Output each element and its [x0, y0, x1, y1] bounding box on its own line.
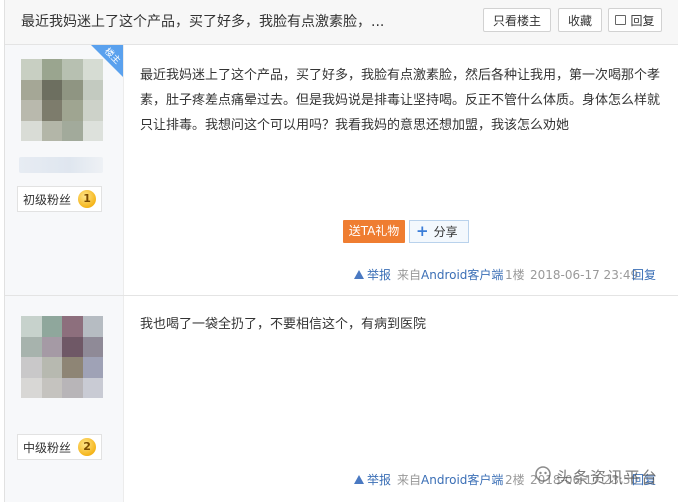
watermark: 头条资讯平台 [530, 464, 658, 488]
reply-thread-label: 回复 [630, 14, 655, 28]
reply-thread-button[interactable]: 回复 [608, 8, 662, 32]
source-link[interactable]: Android客户端 [421, 473, 503, 487]
warning-icon [354, 270, 364, 279]
report-link[interactable]: 举报 [354, 267, 391, 283]
reply-icon [615, 15, 627, 25]
send-gift-button[interactable]: 送TA礼物 [343, 220, 405, 243]
post-1: 初级粉丝 1 楼主 最近我妈迷上了这个产品，买了好多，我脸有点激素脸，然后各种让… [5, 45, 678, 296]
post-content: 我也喝了一袋全扔了，不要相信这个，有病到医院 [140, 317, 427, 332]
report-label: 举报 [367, 473, 392, 487]
plus-icon: + [416, 222, 429, 240]
post-source: 来自Android客户端 [397, 472, 503, 488]
warning-icon [354, 475, 364, 484]
share-button[interactable]: + 分享 [409, 220, 469, 243]
report-link[interactable]: 举报 [354, 472, 391, 488]
post-time: 2018-06-17 23:49 [530, 268, 639, 282]
author-sidebar: 初级粉丝 1 楼主 [5, 45, 124, 295]
fan-rank-badge: 中级粉丝 2 [17, 434, 103, 460]
post-content: 最近我妈迷上了这个产品，买了好多，我脸有点激素脸，然后各种让我用，第一次喝那个孝… [140, 68, 661, 133]
source-prefix: 来自 [397, 268, 422, 282]
fan-rank-label: 中级粉丝 [23, 441, 72, 455]
watermark-text: 头条资讯平台 [556, 468, 659, 487]
reply-link[interactable]: 回复 [632, 267, 656, 283]
report-label: 举报 [367, 268, 392, 282]
author-sidebar: 中级粉丝 2 [5, 296, 124, 502]
favorite-button[interactable]: 收藏 [558, 8, 602, 32]
fan-rank-badge: 初级粉丝 1 [17, 186, 103, 212]
level-medal-icon: 2 [78, 438, 97, 456]
fan-rank-label: 初级粉丝 [23, 193, 72, 207]
avatar[interactable] [21, 316, 103, 398]
share-label: 分享 [433, 225, 458, 239]
author-name[interactable] [19, 157, 103, 173]
only-op-button[interactable]: 只看楼主 [483, 8, 551, 32]
post-source: 来自Android客户端 [397, 267, 503, 283]
thread-title: 最近我妈迷上了这个产品，买了好多，我脸有点激素脸，... [21, 14, 385, 30]
floor-number: 2楼 [505, 473, 525, 487]
thread-header: 最近我妈迷上了这个产品，买了好多，我脸有点激素脸，... 只看楼主 收藏 回复 [5, 0, 678, 45]
level-medal-icon: 1 [78, 190, 97, 208]
source-prefix: 来自 [397, 473, 422, 487]
thread-panel: 最近我妈迷上了这个产品，买了好多，我脸有点激素脸，... 只看楼主 收藏 回复 … [4, 0, 678, 502]
source-link[interactable]: Android客户端 [421, 268, 503, 282]
floor-number: 1楼 [505, 268, 525, 282]
op-tag: 楼主 [91, 45, 123, 77]
